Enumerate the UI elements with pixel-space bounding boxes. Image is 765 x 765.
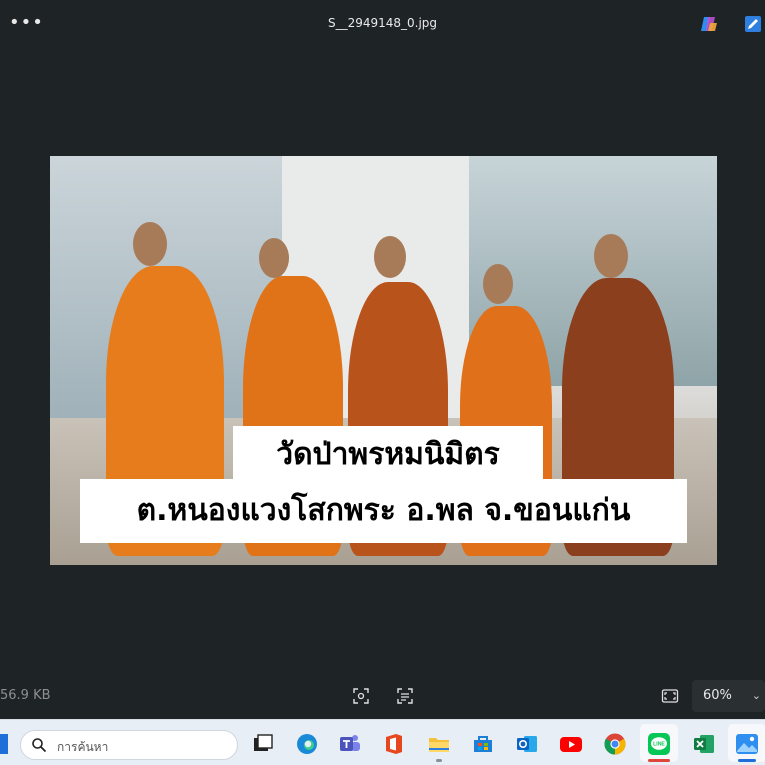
line-icon[interactable]: LINE bbox=[647, 732, 671, 756]
photos-app-window: ••• S__2949148_0.jpg วัดป่าพรหมนิมิตร ต.… bbox=[0, 0, 765, 719]
caption-location: ต.หนองแวงโสกพระ อ.พล จ.ขอนแก่น bbox=[80, 479, 687, 543]
store-icon[interactable] bbox=[471, 732, 495, 756]
monk-head-1 bbox=[133, 222, 167, 266]
monk-head-2 bbox=[259, 238, 289, 278]
zoom-dropdown[interactable]: 60% ⌄ bbox=[692, 680, 765, 712]
photo-viewport[interactable]: วัดป่าพรหมนิมิตร ต.หนองแวงโสกพระ อ.พล จ.… bbox=[50, 156, 717, 565]
photos-icon[interactable] bbox=[735, 732, 759, 756]
youtube-icon[interactable] bbox=[559, 732, 583, 756]
taskbar: การค้นหา LINE bbox=[0, 719, 765, 765]
office-icon[interactable] bbox=[382, 732, 406, 756]
teams-icon[interactable] bbox=[338, 732, 362, 756]
task-view-icon[interactable] bbox=[251, 732, 275, 756]
monk-head-4 bbox=[483, 264, 513, 304]
copilot-icon[interactable] bbox=[700, 15, 718, 33]
fit-screen-icon[interactable] bbox=[661, 687, 679, 705]
file-size-label: 56.9 KB bbox=[0, 688, 51, 703]
chrome-icon[interactable] bbox=[603, 732, 627, 756]
edit-icon[interactable] bbox=[744, 15, 762, 33]
photos-active-indicator bbox=[738, 759, 756, 762]
monk-head-5 bbox=[594, 234, 628, 278]
title-bar: ••• S__2949148_0.jpg bbox=[0, 0, 765, 48]
outlook-icon[interactable] bbox=[515, 732, 539, 756]
object-select-icon[interactable] bbox=[352, 687, 370, 705]
explorer-running-indicator bbox=[436, 759, 442, 762]
start-button[interactable] bbox=[0, 734, 8, 754]
caption-temple-name: วัดป่าพรหมนิมิตร bbox=[233, 426, 543, 483]
line-active-indicator bbox=[648, 759, 670, 762]
file-explorer-icon[interactable] bbox=[427, 732, 451, 756]
text-select-icon[interactable] bbox=[396, 687, 414, 705]
edge-icon[interactable] bbox=[295, 732, 319, 756]
monk-head-3 bbox=[374, 236, 406, 278]
search-placeholder: การค้นหา bbox=[57, 740, 109, 754]
window-title: S__2949148_0.jpg bbox=[327, 16, 438, 30]
chevron-down-icon: ⌄ bbox=[751, 689, 761, 702]
search-icon bbox=[32, 738, 47, 753]
zoom-value: 60% bbox=[703, 688, 732, 703]
svg-text:LINE: LINE bbox=[653, 742, 665, 748]
taskbar-search-box[interactable]: การค้นหา bbox=[20, 730, 238, 760]
status-bar: 56.9 KB 60% ⌄ bbox=[0, 676, 765, 716]
excel-icon[interactable] bbox=[692, 732, 716, 756]
